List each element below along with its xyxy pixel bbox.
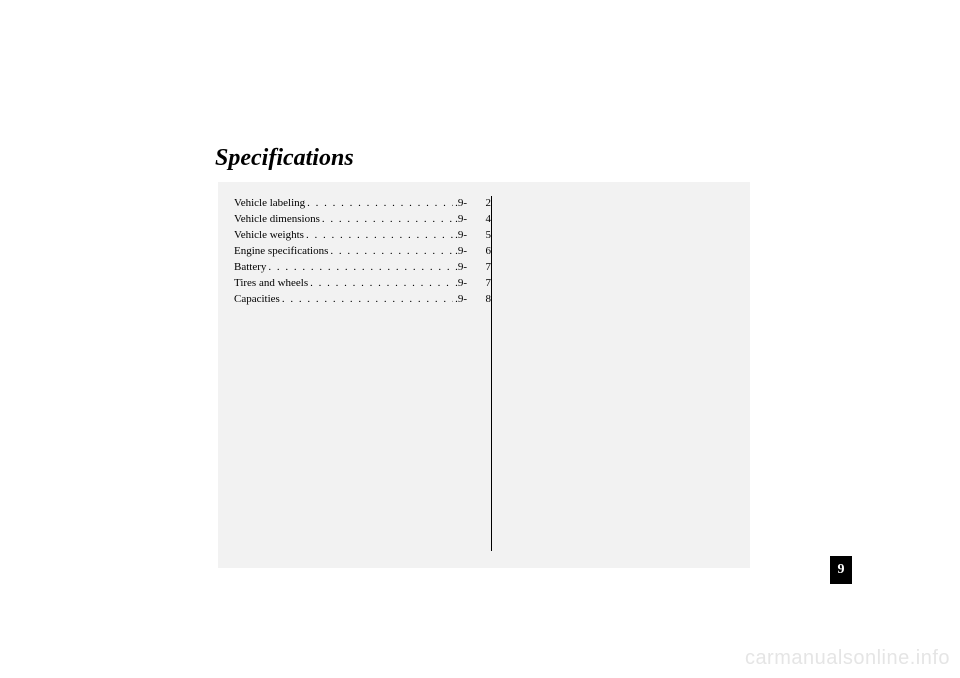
toc-label: Tires and wheels [234,276,308,292]
toc-page: 4 [471,212,491,228]
page-container: Specifications Vehicle labeling . . . . … [0,0,960,678]
toc-dots: . . . . . . . . . . . . . . . . . . . . … [322,212,453,228]
toc-section: .9- [455,196,467,212]
content-box: Vehicle labeling . . . . . . . . . . . .… [218,182,750,568]
toc-label: Capacities [234,292,280,308]
toc-dots: . . . . . . . . . . . . . . . . . . . . … [268,260,453,276]
toc-row: Tires and wheels . . . . . . . . . . . .… [234,276,491,292]
toc-page: 8 [471,292,491,308]
toc-section: .9- [455,292,467,308]
toc-dots: . . . . . . . . . . . . . . . . . . . . … [310,276,453,292]
toc-row: Engine specifications . . . . . . . . . … [234,244,491,260]
toc-section: .9- [455,276,467,292]
toc-column: Vehicle labeling . . . . . . . . . . . .… [234,196,492,551]
toc-dots: . . . . . . . . . . . . . . . . . . . . … [330,244,453,260]
toc-row: Vehicle dimensions . . . . . . . . . . .… [234,212,491,228]
toc-section: .9- [455,260,467,276]
watermark: carmanualsonline.info [745,647,950,670]
toc-page: 7 [471,260,491,276]
toc-section: .9- [455,244,467,260]
toc-page: 7 [471,276,491,292]
toc-row: Capacities . . . . . . . . . . . . . . .… [234,292,491,308]
toc-row: Battery . . . . . . . . . . . . . . . . … [234,260,491,276]
toc-label: Engine specifications [234,244,328,260]
toc-page: 6 [471,244,491,260]
toc-dots: . . . . . . . . . . . . . . . . . . . . … [306,228,453,244]
toc-row: Vehicle weights . . . . . . . . . . . . … [234,228,491,244]
toc-dots: . . . . . . . . . . . . . . . . . . . . … [282,292,453,308]
toc-label: Vehicle weights [234,228,304,244]
toc-label: Vehicle labeling [234,196,305,212]
toc-label: Vehicle dimensions [234,212,320,228]
page-tab: 9 [830,556,852,584]
toc-section: .9- [455,212,467,228]
toc-section: .9- [455,228,467,244]
toc-page: 2 [471,196,491,212]
page-title: Specifications [215,145,354,172]
toc-label: Battery [234,260,266,276]
toc-row: Vehicle labeling . . . . . . . . . . . .… [234,196,491,212]
toc-dots: . . . . . . . . . . . . . . . . . . . . … [307,196,453,212]
toc-page: 5 [471,228,491,244]
